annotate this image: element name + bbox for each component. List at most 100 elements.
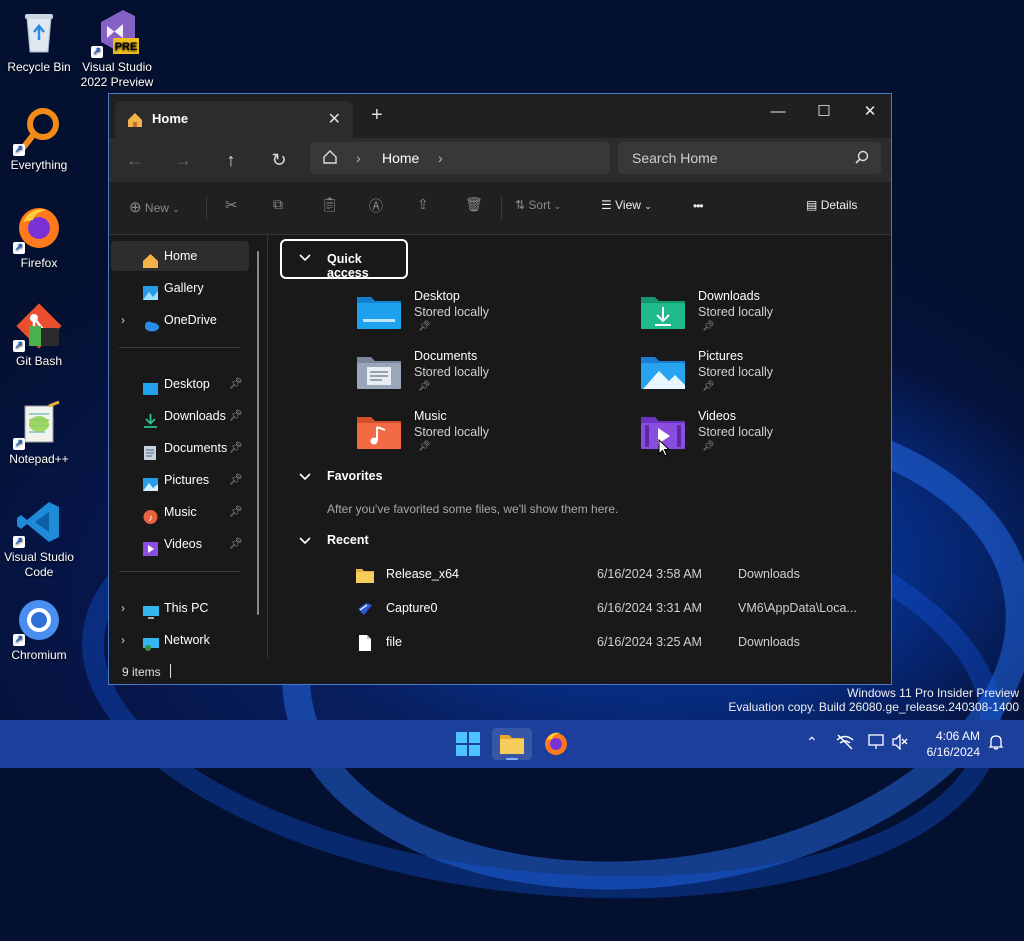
- close-window-button[interactable]: ✕: [847, 98, 893, 126]
- desktop-icon-git-bash[interactable]: ↗ Git Bash: [0, 302, 78, 369]
- sidebar-item-this-pc[interactable]: › This PC: [111, 593, 249, 623]
- vscode-icon: ↗: [13, 498, 63, 548]
- divider: [501, 196, 502, 220]
- pictures-folder-icon: [641, 353, 685, 389]
- sidebar-scrollbar[interactable]: [257, 251, 259, 615]
- sidebar-divider: [119, 347, 240, 348]
- sidebar-label: Home: [164, 249, 198, 263]
- music-folder-icon: [357, 413, 401, 449]
- sidebar-item-downloads[interactable]: Downloads 📌︎: [111, 401, 249, 431]
- search-icon: [855, 150, 869, 169]
- close-tab-button[interactable]: ✕: [328, 109, 341, 129]
- recent-row[interactable]: Capture0 6/16/2024 3:31 AM VM6\AppData\L…: [356, 597, 876, 627]
- folder-name: Desktop: [414, 289, 460, 303]
- sidebar-item-desktop[interactable]: Desktop 📌︎: [111, 369, 249, 399]
- home-crumb-icon[interactable]: [322, 149, 338, 168]
- breadcrumb-home[interactable]: Home: [382, 150, 419, 166]
- desktop-icon-label: Firefox: [20, 256, 58, 270]
- recent-item-location: Downloads: [738, 567, 800, 581]
- view-button[interactable]: ☰ View ⌄: [601, 198, 652, 212]
- quick-access-folder-documents[interactable]: Documents Stored locally 📌︎: [357, 349, 597, 405]
- watermark-line1: Windows 11 Pro Insider Preview: [847, 686, 1019, 700]
- sidebar-item-music[interactable]: ♪ Music 📌︎: [111, 497, 249, 527]
- desktop-folder-icon: [143, 377, 158, 395]
- chevron-down-icon: ⌄: [553, 201, 562, 211]
- new-tab-button[interactable]: +: [371, 104, 383, 127]
- recent-row[interactable]: file 6/16/2024 3:25 AM Downloads: [356, 631, 876, 661]
- mouse-cursor-icon: [658, 438, 671, 462]
- desktop-icon-chromium[interactable]: ↗ Chromium: [0, 596, 78, 663]
- tab-home[interactable]: Home ✕: [115, 101, 353, 138]
- desktop-icon-label: Visual Studio: [4, 550, 74, 564]
- new-button[interactable]: ⊕ New ⌄: [129, 198, 180, 216]
- no-wifi-icon[interactable]: [836, 734, 854, 753]
- details-label: Details: [820, 198, 858, 212]
- search-box[interactable]: Search Home: [618, 142, 881, 174]
- expand-chevron-icon[interactable]: ›: [121, 305, 125, 335]
- clock[interactable]: 4:06 AM 6/16/2024: [918, 728, 980, 760]
- more-options-button[interactable]: •••: [693, 199, 704, 213]
- taskbar-firefox[interactable]: [536, 728, 576, 760]
- favorites-empty-message: After you've favorited some files, we'll…: [327, 502, 619, 516]
- sidebar-item-network[interactable]: › Network: [111, 625, 249, 655]
- favorites-label: Favorites: [327, 469, 383, 483]
- desktop-icon-firefox[interactable]: ↗ Firefox: [0, 204, 78, 271]
- desktop-icon-notepadpp[interactable]: ↗ Notepad++: [0, 400, 78, 467]
- quick-access-folder-videos[interactable]: Videos Stored locally 📌︎: [641, 409, 881, 465]
- show-hidden-icons-chevron-icon[interactable]: ⌃: [806, 734, 818, 751]
- quick-access-folder-downloads[interactable]: Downloads Stored locally 📌︎: [641, 289, 881, 345]
- divider: [206, 196, 207, 220]
- recent-item-date: 6/16/2024 3:58 AM: [597, 567, 702, 581]
- breadcrumb[interactable]: › Home ›: [310, 142, 610, 174]
- cut-icon[interactable]: ✂: [225, 196, 238, 214]
- sidebar-item-documents[interactable]: Documents 📌︎: [111, 433, 249, 463]
- desktop-icon-label: Git Bash: [15, 354, 63, 368]
- quick-access-folder-music[interactable]: Music Stored locally 📌︎: [357, 409, 597, 465]
- details-pane-icon: ▤: [806, 198, 818, 212]
- desktop-icon-vscode[interactable]: ↗ Visual Studio Code: [0, 498, 78, 580]
- details-button[interactable]: ▤ Details: [806, 198, 857, 212]
- desktop-icon-everything[interactable]: ↗ Everything: [0, 106, 78, 173]
- start-button[interactable]: [448, 728, 488, 760]
- sidebar-item-home[interactable]: Home: [111, 241, 249, 271]
- notification-bell-icon[interactable]: [988, 734, 1004, 753]
- paste-icon[interactable]: 📋︎: [321, 196, 339, 213]
- recent-item-name: file: [386, 635, 402, 649]
- folder-name: Downloads: [698, 289, 760, 303]
- volume-muted-icon[interactable]: [892, 733, 908, 753]
- maximize-button[interactable]: ☐: [801, 98, 847, 126]
- sidebar-divider: [119, 571, 240, 572]
- sidebar-item-gallery[interactable]: Gallery: [111, 273, 249, 303]
- recent-item-date: 6/16/2024 3:25 AM: [597, 635, 702, 649]
- taskbar-file-explorer[interactable]: [492, 728, 532, 760]
- refresh-button[interactable]: ↻: [263, 148, 295, 172]
- expand-chevron-icon[interactable]: ›: [121, 625, 125, 655]
- quick-access-folder-desktop[interactable]: Desktop Stored locally 📌︎: [357, 289, 597, 345]
- copy-icon[interactable]: ⧉: [273, 196, 283, 213]
- delete-icon[interactable]: 🗑︎: [465, 196, 483, 213]
- crumb-chevron-icon[interactable]: ›: [438, 150, 443, 166]
- expand-chevron-icon[interactable]: ›: [121, 593, 125, 623]
- sort-button[interactable]: ⇅ Sort ⌄: [515, 198, 561, 212]
- recent-row[interactable]: Release_x64 6/16/2024 3:58 AM Downloads: [356, 563, 876, 593]
- quick-access-folder-pictures[interactable]: Pictures Stored locally 📌︎: [641, 349, 881, 405]
- desktop-icon-recycle-bin[interactable]: Recycle Bin: [0, 8, 78, 75]
- status-bar: 9 items: [109, 659, 891, 684]
- network-monitor-icon[interactable]: [868, 734, 886, 753]
- crumb-separator-icon[interactable]: ›: [356, 150, 361, 166]
- forward-button[interactable]: →: [167, 148, 199, 172]
- sidebar-item-onedrive[interactable]: › OneDrive: [111, 305, 249, 335]
- up-button[interactable]: ↑: [215, 148, 247, 172]
- sidebar-item-videos[interactable]: Videos 📌︎: [111, 529, 249, 559]
- quick-access-header[interactable]: Quick access: [280, 239, 408, 280]
- minimize-button[interactable]: —: [755, 98, 801, 126]
- sidebar-item-pictures[interactable]: Pictures 📌︎: [111, 465, 249, 495]
- watermark-line2: Evaluation copy. Build 26080.ge_release.…: [728, 700, 1019, 714]
- firefox-icon: [545, 732, 567, 755]
- rename-icon[interactable]: Ⓐ: [369, 196, 383, 216]
- pin-icon: 📌︎: [702, 321, 715, 332]
- back-button[interactable]: ←: [119, 148, 151, 172]
- desktop-icon-visual-studio[interactable]: PRE ↗ Visual Studio 2022 Preview: [78, 8, 156, 90]
- share-icon[interactable]: ⇪: [417, 196, 429, 213]
- search-input[interactable]: Search Home: [632, 150, 718, 166]
